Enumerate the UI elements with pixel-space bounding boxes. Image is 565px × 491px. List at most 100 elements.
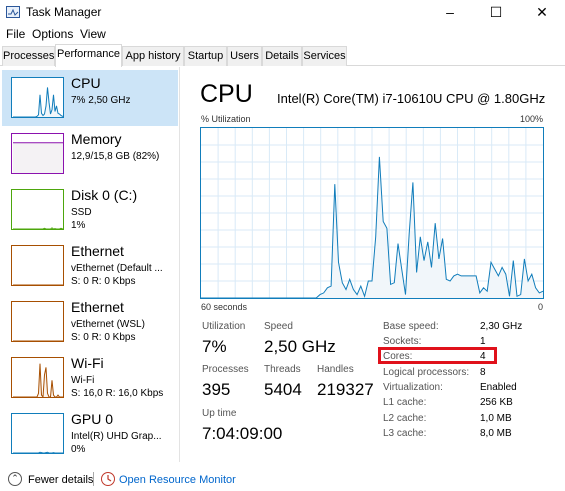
speed-label: Speed — [264, 321, 293, 332]
tab-processes[interactable]: Processes — [2, 46, 55, 66]
menu-view[interactable]: View — [80, 27, 106, 41]
open-resource-monitor-link[interactable]: Open Resource Monitor — [119, 474, 236, 486]
ethernet-thumbnail-graph — [11, 301, 64, 342]
sidebar-item-wifi[interactable]: Wi-Fi Wi-Fi S: 16,0 R: 16,0 Kbps — [2, 350, 178, 406]
memory-thumbnail-graph — [11, 133, 64, 174]
utilization-label: Utilization — [202, 321, 246, 332]
cpu-thumbnail-svg — [13, 87, 63, 117]
menu-bar: File Options View — [0, 24, 565, 44]
wifi-thumbnail-svg — [13, 363, 63, 397]
sidebar-item-label: CPU — [71, 75, 101, 91]
tab-users[interactable]: Users — [227, 46, 262, 66]
cpu-utilization-graph — [200, 127, 544, 299]
wifi-thumbnail-line — [13, 363, 63, 397]
sidebar-item-detail-2: 1% — [71, 220, 86, 231]
minimize-button[interactable]: – — [427, 0, 473, 24]
graph-y-label: % Utilization — [201, 114, 251, 124]
sidebar-item-detail: Intel(R) UHD Grap... — [71, 431, 162, 442]
tab-details[interactable]: Details — [262, 46, 302, 66]
sidebar-item-detail: vEthernet (WSL) — [71, 319, 145, 330]
uptime-value: 7:04:09:00 — [202, 424, 283, 443]
handles-value: 219327 — [317, 380, 374, 399]
menu-options[interactable]: Options — [32, 27, 73, 41]
sidebar-item-detail: 7% 2,50 GHz — [71, 95, 131, 106]
footer-bar: ⌃ Fewer details Open Resource Monitor — [0, 468, 565, 491]
cpu-model-name: Intel(R) Core(TM) i7-10610U CPU @ 1.80GH… — [277, 91, 546, 106]
sockets-value: 1 — [480, 336, 486, 347]
sidebar-item-memory[interactable]: Memory 12,9/15,8 GB (82%) — [2, 126, 178, 182]
logical-processors-value: 8 — [480, 367, 486, 378]
threads-label: Threads — [264, 364, 301, 375]
sockets-label: Sockets: — [383, 336, 422, 347]
ethernet-thumbnail-graph — [11, 245, 64, 286]
cores-highlight-box — [378, 347, 497, 364]
page-title: CPU — [200, 80, 253, 108]
gpu-thumbnail-svg — [13, 451, 63, 453]
eth1-thumbnail-area — [13, 285, 64, 286]
sidebar-item-ethernet-wsl[interactable]: Ethernet vEthernet (WSL) S: 0 R: 0 Kbps — [2, 294, 178, 350]
eth2-thumbnail-svg — [13, 340, 64, 342]
tab-performance[interactable]: Performance — [55, 44, 122, 67]
sidebar-item-detail: 12,9/15,8 GB (82%) — [71, 151, 160, 162]
sidebar-item-label: Ethernet — [71, 243, 124, 259]
processes-value: 395 — [202, 380, 231, 399]
sidebar-item-label: Wi-Fi — [71, 355, 104, 371]
uptime-label: Up time — [202, 408, 237, 419]
virtualization-value: Enabled — [480, 382, 517, 393]
tab-startup[interactable]: Startup — [184, 46, 227, 66]
eth2-thumbnail-area — [13, 341, 64, 342]
resource-sidebar: CPU 7% 2,50 GHz Memory 12,9/15,8 GB (82%… — [0, 67, 180, 462]
window-title: Task Manager — [26, 5, 102, 19]
gpu-thumbnail-graph — [11, 413, 64, 454]
sidebar-item-gpu[interactable]: GPU 0 Intel(R) UHD Grap... 0% — [2, 406, 178, 462]
cpu-thumbnail-graph — [11, 77, 64, 118]
sidebar-item-label: Disk 0 (C:) — [71, 187, 138, 203]
handles-label: Handles — [317, 364, 354, 375]
sidebar-item-label: Ethernet — [71, 299, 124, 315]
base-speed-label: Base speed: — [383, 321, 439, 332]
l1-cache-label: L1 cache: — [383, 397, 427, 408]
speed-value: 2,50 GHz — [264, 337, 336, 356]
graph-x-end-label: 0 — [538, 302, 544, 312]
sidebar-item-label: Memory — [71, 131, 122, 147]
sidebar-item-detail-2: S: 16,0 R: 16,0 Kbps — [71, 388, 164, 399]
processes-label: Processes — [202, 364, 249, 375]
tab-bar: Processes Performance App history Startu… — [0, 44, 565, 67]
sidebar-item-ethernet-default[interactable]: Ethernet vEthernet (Default ... S: 0 R: … — [2, 238, 178, 294]
sidebar-item-disk[interactable]: Disk 0 (C:) SSD 1% — [2, 182, 178, 238]
tab-services[interactable]: Services — [302, 46, 347, 66]
cpu-graph-svg — [201, 128, 543, 298]
l2-cache-value: 1,0 MB — [480, 413, 512, 424]
fewer-details-link[interactable]: Fewer details — [28, 474, 93, 486]
memory-thumbnail-area — [13, 142, 63, 173]
base-speed-value: 2,30 GHz — [480, 321, 523, 332]
l1-cache-value: 256 KB — [480, 397, 513, 408]
disk-thumbnail-svg — [13, 227, 63, 229]
l3-cache-value: 8,0 MB — [480, 428, 512, 439]
gpu-thumbnail-line — [13, 451, 63, 453]
sidebar-item-detail-2: S: 0 R: 0 Kbps — [71, 332, 136, 343]
sidebar-item-detail: Wi-Fi — [71, 375, 95, 386]
disk-thumbnail-graph — [11, 189, 64, 230]
sidebar-item-cpu[interactable]: CPU 7% 2,50 GHz — [2, 70, 178, 126]
disk-thumbnail-line — [13, 227, 63, 229]
maximize-button[interactable]: ☐ — [473, 0, 519, 24]
threads-value: 5404 — [264, 380, 302, 399]
eth1-thumbnail-svg — [13, 284, 64, 286]
graph-x-start-label: 60 seconds — [201, 302, 248, 312]
sidebar-item-detail: vEthernet (Default ... — [71, 263, 163, 274]
footer-divider — [93, 472, 94, 486]
sidebar-item-detail-2: S: 0 R: 0 Kbps — [71, 276, 136, 287]
chevron-up-icon[interactable]: ⌃ — [8, 472, 22, 486]
memory-thumbnail-svg — [13, 142, 63, 173]
tab-app-history[interactable]: App history — [122, 46, 184, 66]
logical-processors-label: Logical processors: — [383, 367, 470, 378]
l2-cache-label: L2 cache: — [383, 413, 427, 424]
menu-file[interactable]: File — [6, 27, 25, 41]
graph-y-max-label: 100% — [520, 114, 544, 124]
utilization-value: 7% — [202, 337, 227, 356]
sidebar-item-detail-2: 0% — [71, 444, 86, 455]
close-button[interactable]: ✕ — [519, 0, 565, 24]
sidebar-item-label: GPU 0 — [71, 411, 114, 427]
virtualization-label: Virtualization: — [383, 382, 443, 393]
